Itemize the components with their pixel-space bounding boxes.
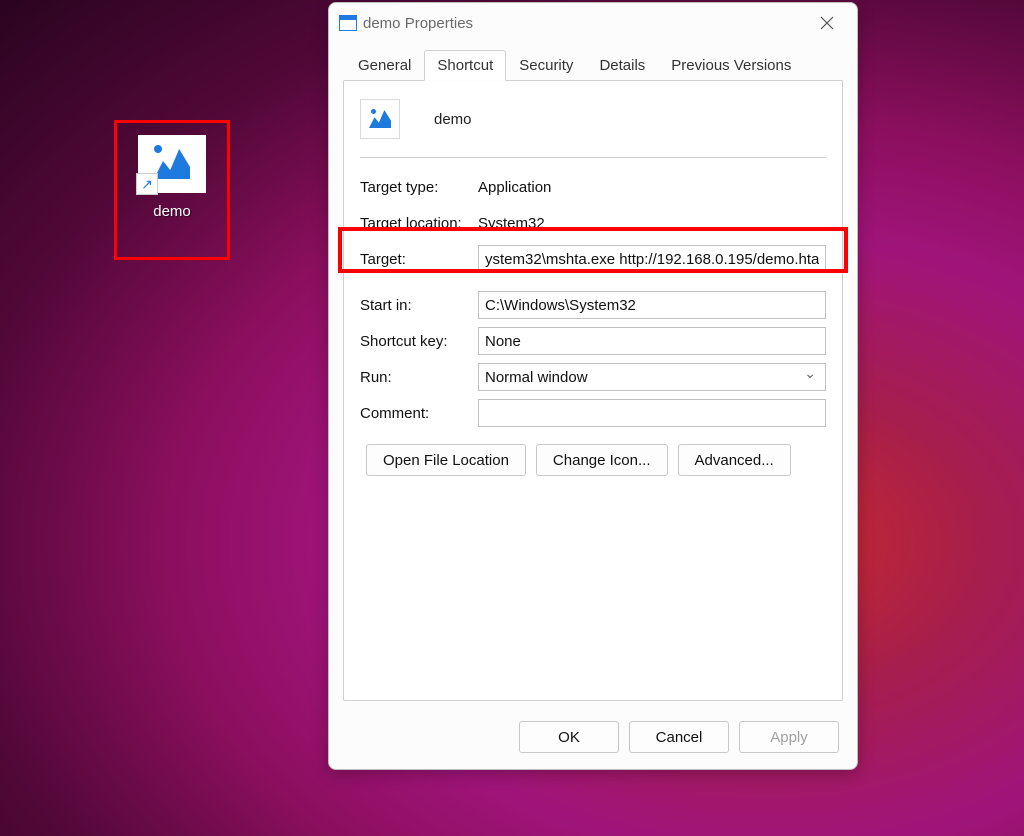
shortcut-overlay-icon: ↗ [136, 173, 158, 195]
label-target: Target: [360, 251, 478, 268]
select-run[interactable] [478, 363, 826, 391]
label-run: Run: [360, 369, 478, 386]
image-icon [369, 110, 391, 128]
desktop-shortcut-label: demo [153, 203, 191, 220]
desktop-shortcut-highlight: ↗ demo [114, 120, 230, 260]
input-start-in[interactable] [478, 291, 826, 319]
tab-shortcut[interactable]: Shortcut [424, 50, 506, 81]
shortcut-header-icon [360, 99, 400, 139]
label-target-type: Target type: [360, 179, 478, 196]
close-icon [820, 16, 834, 30]
value-target-type: Application [478, 179, 551, 196]
cancel-button[interactable]: Cancel [629, 721, 729, 753]
titlebar: demo Properties [329, 3, 857, 43]
image-icon [154, 149, 190, 179]
label-start-in: Start in: [360, 297, 478, 314]
label-shortcut-key: Shortcut key: [360, 333, 478, 350]
open-file-location-button[interactable]: Open File Location [366, 444, 526, 476]
properties-dialog: demo Properties General Shortcut Securit… [328, 2, 858, 770]
label-comment: Comment: [360, 405, 478, 422]
tab-previous-versions[interactable]: Previous Versions [658, 50, 804, 81]
value-target-location: System32 [478, 215, 545, 232]
input-comment[interactable] [478, 399, 826, 427]
tab-general[interactable]: General [345, 50, 424, 81]
divider [360, 157, 826, 158]
apply-button[interactable]: Apply [739, 721, 839, 753]
change-icon-button[interactable]: Change Icon... [536, 444, 668, 476]
input-target[interactable] [478, 245, 826, 273]
tab-panel-shortcut: demo Target type: Application Target loc… [343, 80, 843, 701]
dialog-footer: OK Cancel Apply [329, 711, 857, 769]
tab-strip: General Shortcut Security Details Previo… [329, 43, 857, 80]
desktop-shortcut-icon[interactable]: ↗ [138, 135, 206, 193]
label-target-location: Target location: [360, 215, 478, 232]
shortcut-header-name: demo [434, 111, 472, 128]
titlebar-text: demo Properties [363, 15, 805, 32]
input-shortcut-key[interactable] [478, 327, 826, 355]
ok-button[interactable]: OK [519, 721, 619, 753]
titlebar-app-icon [339, 15, 357, 31]
tab-security[interactable]: Security [506, 50, 586, 81]
tab-details[interactable]: Details [586, 50, 658, 81]
advanced-button[interactable]: Advanced... [678, 444, 791, 476]
close-button[interactable] [805, 9, 849, 37]
